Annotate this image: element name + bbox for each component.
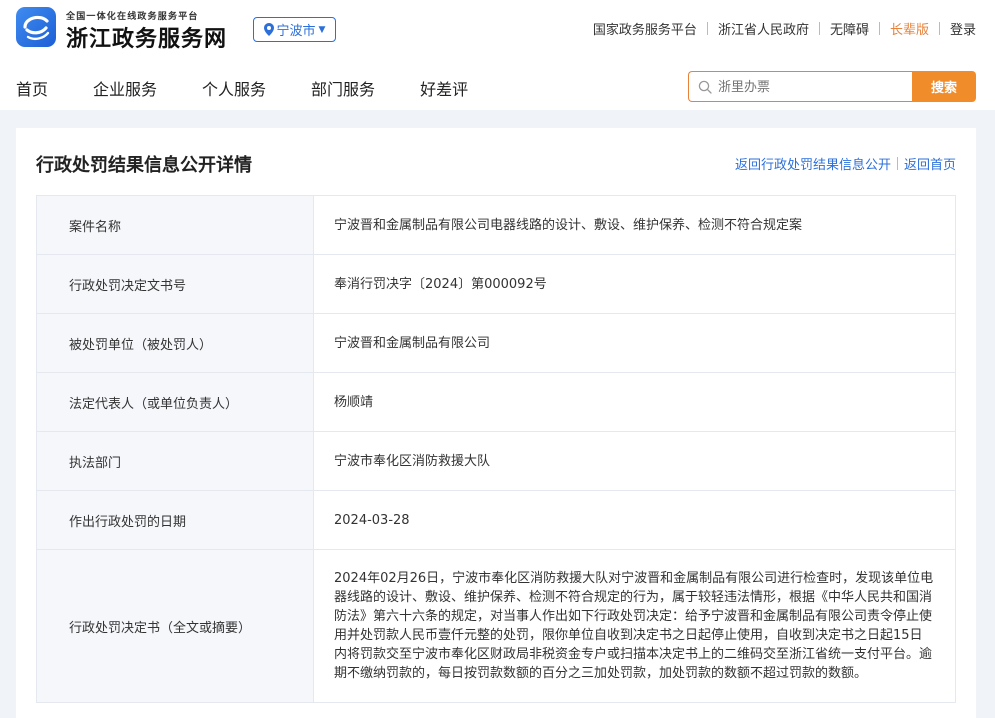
search-box [688, 71, 912, 102]
link-login[interactable]: 登录 [950, 19, 976, 38]
field-value: 2024年02月26日，宁波市奉化区消防救援大队对宁波晋和金属制品有限公司进行检… [313, 549, 956, 703]
field-label: 被处罚单位（被处罚人） [36, 313, 314, 373]
field-value: 宁波晋和金属制品有限公司电器线路的设计、敷设、维护保养、检测不符合规定案 [313, 195, 956, 255]
site-title[interactable]: 浙江政务服务网 [66, 21, 227, 53]
table-row: 执法部门 宁波市奉化区消防救援大队 [36, 431, 956, 491]
detail-table: 案件名称 宁波晋和金属制品有限公司电器线路的设计、敷设、维护保养、检测不符合规定… [36, 195, 956, 703]
location-pin-icon [263, 23, 274, 36]
city-selector[interactable]: 宁波市 ▼ [253, 17, 336, 42]
search-bar: 搜索 [688, 71, 976, 102]
field-label: 行政处罚决定文书号 [36, 254, 314, 314]
top-links: 国家政务服务平台 浙江省人民政府 无障碍 长辈版 登录 [593, 19, 976, 38]
field-value: 2024-03-28 [313, 490, 956, 550]
field-label: 案件名称 [36, 195, 314, 255]
link-accessibility[interactable]: 无障碍 [830, 19, 869, 38]
field-label: 执法部门 [36, 431, 314, 491]
divider [938, 22, 940, 35]
field-value: 宁波晋和金属制品有限公司 [313, 313, 956, 373]
table-row: 法定代表人（或单位负责人） 杨顺靖 [36, 372, 956, 432]
caret-down-icon: ▼ [318, 24, 326, 35]
divider [818, 22, 820, 35]
search-icon [698, 80, 712, 94]
field-label: 法定代表人（或单位负责人） [36, 372, 314, 432]
city-name: 宁波市 [276, 24, 316, 39]
field-value: 杨顺靖 [313, 372, 956, 432]
table-row: 案件名称 宁波晋和金属制品有限公司电器线路的设计、敷设、维护保养、检测不符合规定… [36, 195, 956, 255]
nav-item-rating[interactable]: 好差评 [420, 76, 468, 100]
nav-item-department[interactable]: 部门服务 [311, 76, 375, 100]
main-nav: 首页 企业服务 个人服务 部门服务 好差评 [16, 76, 513, 100]
card-links: 返回行政处罚结果信息公开 返回首页 [735, 154, 956, 173]
table-row: 被处罚单位（被处罚人） 宁波晋和金属制品有限公司 [36, 313, 956, 373]
link-elder-version[interactable]: 长辈版 [890, 19, 929, 38]
nav-item-enterprise[interactable]: 企业服务 [93, 76, 157, 100]
link-back-to-list[interactable]: 返回行政处罚结果信息公开 [735, 154, 891, 173]
field-label: 行政处罚决定书（全文或摘要） [36, 549, 314, 703]
nav-item-personal[interactable]: 个人服务 [202, 76, 266, 100]
search-button[interactable]: 搜索 [912, 71, 976, 102]
nav-item-home[interactable]: 首页 [16, 76, 48, 100]
link-back-home[interactable]: 返回首页 [904, 154, 956, 173]
site-logo-icon[interactable] [16, 7, 56, 47]
divider [896, 157, 898, 170]
table-row: 作出行政处罚的日期 2024-03-28 [36, 490, 956, 550]
link-provincial-government[interactable]: 浙江省人民政府 [718, 19, 809, 38]
page-title: 行政处罚结果信息公开详情 [36, 155, 252, 176]
site-header: 全国一体化在线政务服务平台 浙江政务服务网 宁波市 ▼ 国家政务服务平台 浙江省… [0, 0, 995, 110]
table-row: 行政处罚决定书（全文或摘要） 2024年02月26日，宁波市奉化区消防救援大队对… [36, 549, 956, 703]
field-label: 作出行政处罚的日期 [36, 490, 314, 550]
detail-card: 行政处罚结果信息公开详情 返回行政处罚结果信息公开 返回首页 案件名称 宁波晋和… [16, 128, 976, 718]
divider [706, 22, 708, 35]
link-national-platform[interactable]: 国家政务服务平台 [593, 19, 697, 38]
search-input[interactable] [718, 77, 908, 97]
field-value: 宁波市奉化区消防救援大队 [313, 431, 956, 491]
table-row: 行政处罚决定文书号 奉消行罚决字〔2024〕第000092号 [36, 254, 956, 314]
field-value: 奉消行罚决字〔2024〕第000092号 [313, 254, 956, 314]
divider [878, 22, 880, 35]
